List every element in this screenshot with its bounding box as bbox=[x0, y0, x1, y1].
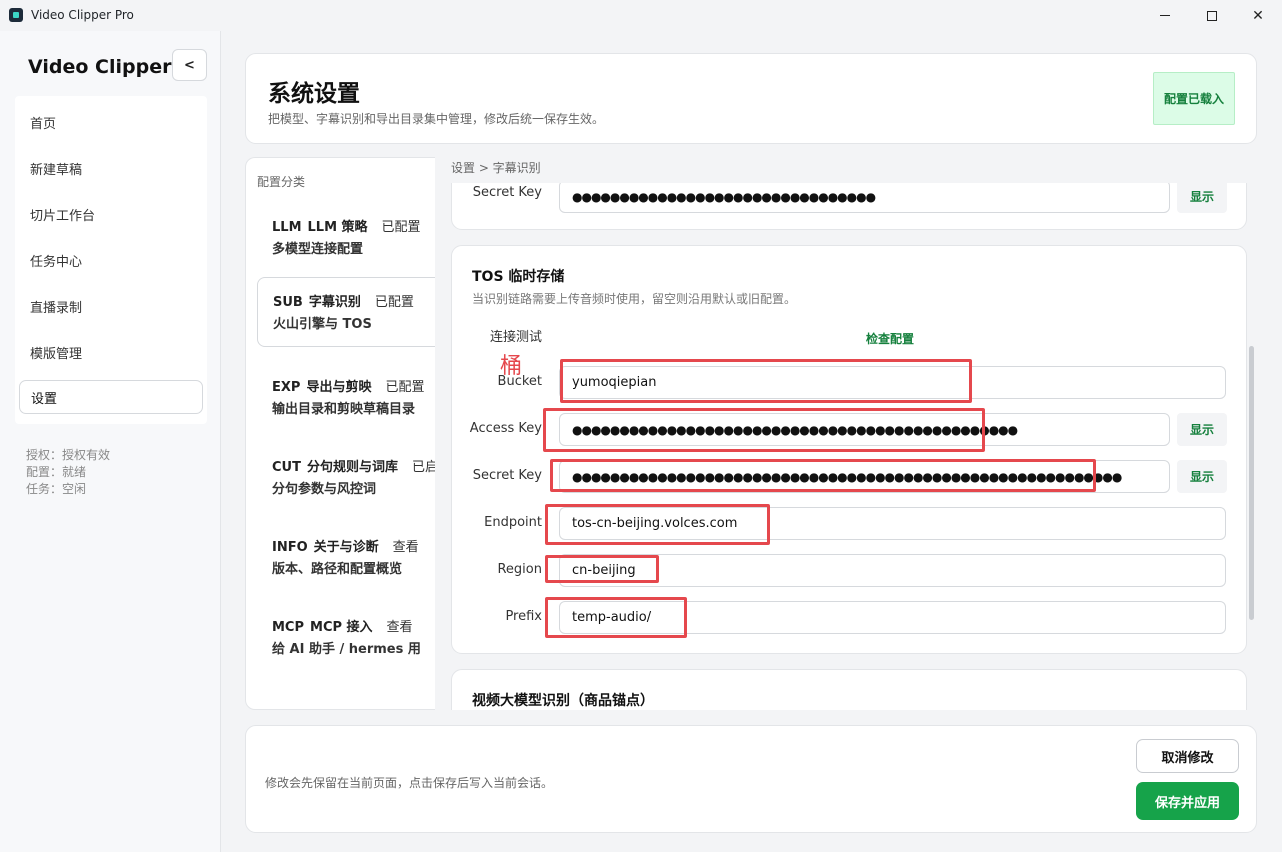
check-config-button[interactable]: 检查配置 bbox=[866, 330, 914, 347]
config-status: 配置：就绪 bbox=[26, 465, 87, 479]
category-status: 已配置 bbox=[374, 295, 414, 310]
prefix-label: Prefix bbox=[505, 609, 542, 624]
tos-card-desc: 当识别链路需要上传音频时使用，留空则沿用默认或旧配置。 bbox=[472, 292, 797, 306]
window-title: Video Clipper Pro bbox=[31, 8, 134, 22]
asr-credentials-card: Secret Key ●●●●●●●●●●●●●●●●●●●●●●●●●●●●●… bbox=[451, 183, 1247, 230]
save-and-apply-button[interactable]: 保存并应用 bbox=[1136, 782, 1239, 820]
category-desc: 版本、路径和配置概览 bbox=[272, 562, 403, 577]
page-subtitle: 把模型、字幕识别和导出目录集中管理，修改后统一保存生效。 bbox=[268, 112, 605, 126]
sidebar: Video Clipper < 首页 新建草稿 切片工作台 任务中心 直播录制 … bbox=[0, 31, 221, 852]
title-bar: Video Clipper Pro ✕ bbox=[0, 0, 1282, 31]
category-status: 已启 bbox=[411, 460, 435, 475]
annotation-box-access-key bbox=[543, 408, 985, 452]
close-button[interactable]: ✕ bbox=[1235, 0, 1281, 31]
asr-secret-show-button[interactable]: 显示 bbox=[1177, 183, 1227, 213]
minimize-button[interactable] bbox=[1142, 0, 1188, 31]
close-icon: ✕ bbox=[1252, 7, 1264, 24]
category-name: MCP 接入 bbox=[310, 620, 373, 635]
secret-key-label: Secret Key bbox=[472, 468, 542, 483]
category-desc: 分句参数与风控词 bbox=[272, 482, 377, 497]
sidebar-item-template-manager[interactable]: 模版管理 bbox=[19, 335, 203, 369]
video-llm-card: 视频大模型识别（商品锚点） bbox=[451, 669, 1247, 710]
license-status: 授权：授权有效 bbox=[26, 448, 111, 462]
sidebar-item-clip-workbench[interactable]: 切片工作台 bbox=[19, 197, 203, 231]
category-code: INFO bbox=[272, 540, 308, 555]
settings-scrollbar[interactable] bbox=[1249, 346, 1254, 620]
category-desc: 给 AI 助手 / hermes 用 bbox=[272, 642, 421, 657]
connection-test-label: 连接测试 bbox=[489, 330, 542, 345]
region-label: Region bbox=[497, 562, 542, 577]
category-status: 已配置 bbox=[381, 220, 421, 235]
asr-secret-key-input[interactable]: ●●●●●●●●●●●●●●●●●●●●●●●●●●●●●●●● bbox=[559, 183, 1170, 213]
breadcrumb: 设置 > 字幕识别 bbox=[451, 161, 541, 175]
category-status: 已配置 bbox=[385, 380, 425, 395]
category-item-llm[interactable]: LLM LLM 策略 已配置 多模型连接配置 bbox=[257, 203, 435, 273]
header-card: 系统设置 把模型、字幕识别和导出目录集中管理，修改后统一保存生效。 配置已载入 bbox=[245, 53, 1257, 144]
access-key-label: Access Key bbox=[469, 421, 542, 436]
sidebar-item-settings[interactable]: 设置 bbox=[19, 380, 203, 414]
category-name: 导出与剪映 bbox=[306, 380, 372, 395]
region-input[interactable]: cn-beijing bbox=[559, 554, 1226, 587]
category-status: 查看 bbox=[392, 540, 419, 555]
category-name: 关于与诊断 bbox=[313, 540, 379, 555]
annotation-box-bucket bbox=[560, 359, 972, 403]
sidebar-item-new-draft[interactable]: 新建草稿 bbox=[19, 151, 203, 185]
category-code: CUT bbox=[272, 460, 301, 475]
category-name: 字幕识别 bbox=[308, 295, 361, 310]
sidebar-status: 授权：授权有效 配置：就绪 任务：空闲 bbox=[26, 447, 110, 498]
minimize-icon bbox=[1160, 15, 1170, 16]
app-icon bbox=[9, 8, 23, 22]
category-desc: 火山引擎与 TOS bbox=[273, 317, 372, 332]
category-item-exp[interactable]: EXP 导出与剪映 已配置 输出目录和剪映草稿目录 bbox=[257, 363, 435, 433]
page-title: 系统设置 bbox=[268, 81, 360, 107]
category-code: LLM bbox=[272, 220, 302, 235]
category-name: 分句规则与词库 bbox=[306, 460, 398, 475]
category-name: LLM 策略 bbox=[307, 220, 368, 235]
category-status: 查看 bbox=[386, 620, 413, 635]
task-status: 任务：空闲 bbox=[26, 482, 87, 496]
annotation-text: 桶 bbox=[500, 354, 523, 379]
category-item-mcp[interactable]: MCP MCP 接入 查看 给 AI 助手 / hermes 用 bbox=[257, 603, 435, 673]
category-item-cut[interactable]: CUT 分句规则与词库已启 分句参数与风控词 bbox=[257, 443, 435, 513]
endpoint-label: Endpoint bbox=[484, 515, 542, 530]
sidebar-nav: 首页 新建草稿 切片工作台 任务中心 直播录制 模版管理 设置 bbox=[15, 96, 207, 424]
secret-key-show-button[interactable]: 显示 bbox=[1177, 460, 1227, 493]
annotation-box-prefix bbox=[545, 597, 687, 638]
secret-key-label: Secret Key bbox=[472, 185, 542, 200]
access-key-show-button[interactable]: 显示 bbox=[1177, 413, 1227, 446]
tos-card-title: TOS 临时存储 bbox=[472, 269, 565, 285]
category-code: EXP bbox=[272, 380, 301, 395]
maximize-button[interactable] bbox=[1189, 0, 1235, 31]
category-item-sub[interactable]: SUB 字幕识别 已配置 火山引擎与 TOS bbox=[257, 277, 435, 347]
collapse-sidebar-button[interactable]: < bbox=[172, 49, 207, 81]
annotation-box-secret-key bbox=[550, 459, 1096, 492]
footer-bar: 修改会先保留在当前页面，点击保存后写入当前会话。 取消修改 保存并应用 bbox=[245, 725, 1257, 833]
sidebar-item-home[interactable]: 首页 bbox=[19, 105, 203, 139]
footer-note: 修改会先保留在当前页面，点击保存后写入当前会话。 bbox=[265, 776, 554, 790]
config-loaded-badge: 配置已载入 bbox=[1153, 72, 1235, 125]
brand-title: Video Clipper bbox=[28, 56, 172, 78]
annotation-box-endpoint bbox=[545, 504, 770, 545]
category-item-info[interactable]: INFO 关于与诊断 查看 版本、路径和配置概览 bbox=[257, 523, 435, 593]
bucket-label: Bucket bbox=[497, 374, 542, 389]
category-heading: 配置分类 bbox=[257, 175, 306, 189]
category-desc: 多模型连接配置 bbox=[272, 242, 364, 257]
category-code: SUB bbox=[273, 295, 303, 310]
category-panel: 配置分类 LLM LLM 策略 已配置 多模型连接配置 SUB 字幕识别 已配置 火山引… bbox=[245, 157, 435, 710]
video-llm-card-title: 视频大模型识别（商品锚点） bbox=[472, 693, 654, 709]
annotation-box-region bbox=[545, 555, 659, 583]
cancel-changes-button[interactable]: 取消修改 bbox=[1136, 739, 1239, 773]
sidebar-item-live-recording[interactable]: 直播录制 bbox=[19, 289, 203, 323]
maximize-icon bbox=[1207, 10, 1217, 21]
category-desc: 输出目录和剪映草稿目录 bbox=[272, 402, 416, 417]
sidebar-item-task-center[interactable]: 任务中心 bbox=[19, 243, 203, 277]
category-code: MCP bbox=[272, 620, 305, 635]
